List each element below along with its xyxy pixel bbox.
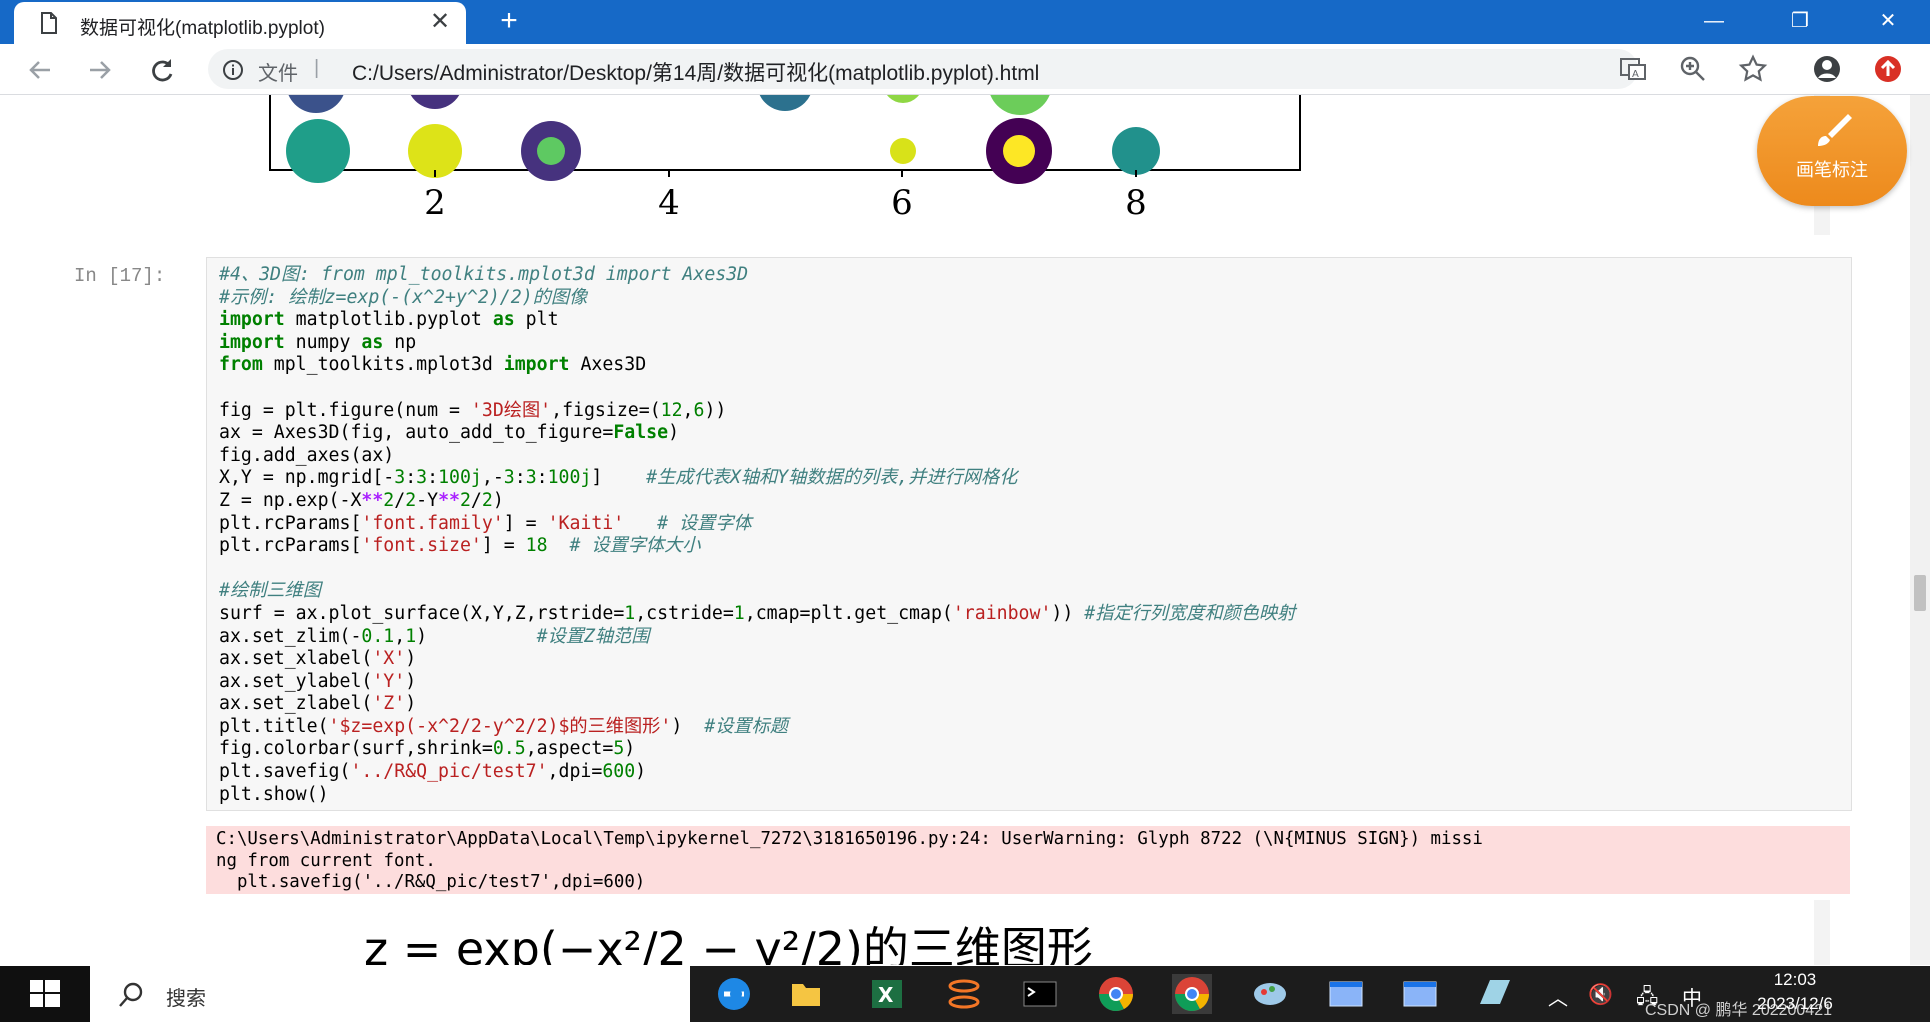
warning-output: C:\Users\Administrator\AppData\Local\Tem… (206, 826, 1850, 894)
excel-icon[interactable]: X (866, 974, 906, 1014)
profile-icon[interactable] (1812, 54, 1842, 84)
translate-icon[interactable]: A (1618, 54, 1648, 84)
page-scrollbar[interactable] (1910, 95, 1930, 965)
x-tick-label: 6 (891, 183, 913, 223)
code-line[interactable]: plt.title('$z=exp(-x^2/2-y^2/2)$的三维图形') … (219, 716, 1295, 739)
window-close-icon[interactable]: ✕ (1868, 6, 1908, 36)
forward-icon[interactable] (84, 54, 116, 86)
svg-text:X: X (878, 983, 894, 1007)
search-label: 搜索 (166, 988, 206, 1010)
taskbar-search[interactable]: 搜索 (90, 966, 690, 1022)
update-icon[interactable] (1873, 54, 1903, 84)
scatter-point (890, 138, 916, 164)
code-line[interactable]: #示例: 绘制z=exp(-(x^2+y^2)/2)的图像 (219, 287, 1295, 310)
code-line[interactable]: ax.set_zlabel('Z') (219, 693, 1295, 716)
scatter-point (286, 119, 350, 183)
code-line[interactable]: plt.rcParams['font.family'] = 'Kaiti' # … (219, 513, 1295, 536)
code-editor[interactable]: #4、3D图: from mpl_toolkits.mplot3d import… (219, 264, 1295, 806)
scatter-point (408, 124, 462, 178)
volume-icon[interactable]: 🔇 (1588, 982, 1613, 1007)
browser-toolbar: 文件 | C:/Users/Administrator/Desktop/第14周… (0, 44, 1930, 95)
file-explorer-icon[interactable] (786, 974, 826, 1014)
code-line[interactable]: surf = ax.plot_surface(X,Y,Z,rstride=1,c… (219, 603, 1295, 626)
reload-icon[interactable] (146, 54, 178, 86)
code-line[interactable]: import numpy as np (219, 332, 1295, 355)
window-app-icon[interactable] (1326, 974, 1366, 1014)
y-tick-label: 2 (240, 95, 259, 101)
code-line[interactable] (219, 558, 1295, 581)
clock-date[interactable]: 2023/12/6 (1740, 994, 1850, 1014)
chrome-icon[interactable] (1096, 974, 1136, 1014)
code-line[interactable]: from mpl_toolkits.mplot3d import Axes3D (219, 354, 1295, 377)
notes-app-icon[interactable] (1474, 974, 1514, 1014)
scatter-point (1112, 127, 1160, 175)
code-line[interactable]: fig.add_axes(ax) (219, 445, 1295, 468)
zoom-icon[interactable] (1678, 54, 1708, 84)
figure-title: z = exp(−x²/2 − y²/2)的三维图形 (364, 922, 1093, 965)
window-app-icon-2[interactable] (1400, 974, 1440, 1014)
browser-tab[interactable]: 数据可视化(matplotlib.pyplot) ✕ (14, 2, 466, 44)
minimize-icon[interactable]: — (1694, 6, 1734, 36)
cell-prompt: In [17]: (74, 265, 166, 287)
terminal-icon[interactable] (1020, 974, 1060, 1014)
warning-line: C:\Users\Administrator\AppData\Local\Tem… (216, 829, 1483, 849)
windows-taskbar: 搜索 X ︿ 🔇 🖧 中 CSDN @ 鹏华 202200421 12:03 2… (0, 966, 1930, 1022)
url-text[interactable]: C:/Users/Administrator/Desktop/第14周/数据可视… (352, 57, 1039, 87)
code-line[interactable]: ax = Axes3D(fig, auto_add_to_figure=Fals… (219, 422, 1295, 445)
code-line[interactable]: plt.rcParams['font.size'] = 18 # 设置字体大小 (219, 535, 1295, 558)
code-line[interactable]: ax.set_zlim(-0.1,1) #设置Z轴范围 (219, 626, 1295, 649)
start-button[interactable] (0, 966, 90, 1022)
svg-text:A: A (1632, 69, 1639, 80)
windows-icon (30, 980, 60, 1007)
scrollbar-thumb[interactable] (1914, 575, 1926, 611)
annotate-label: 画笔标注 (1796, 160, 1868, 180)
browser-titlebar: 数据可视化(matplotlib.pyplot) ✕ + — ❐ ✕ (0, 0, 1930, 44)
tab-title: 数据可视化(matplotlib.pyplot) (80, 18, 325, 39)
jupyter-icon[interactable] (944, 974, 984, 1014)
code-line[interactable]: X,Y = np.mgrid[-3:3:100j,-3:3:100j] #生成代… (219, 467, 1295, 490)
warning-line: plt.savefig('../R&Q_pic/test7',dpi=600) (216, 872, 646, 892)
info-icon[interactable] (222, 59, 244, 86)
code-line[interactable]: Z = np.exp(-X**2/2-Y**2/2) (219, 490, 1295, 513)
search-icon (119, 982, 143, 1007)
restore-icon[interactable]: ❐ (1780, 6, 1820, 36)
close-tab-icon[interactable]: ✕ (426, 8, 454, 36)
code-line[interactable] (219, 377, 1295, 400)
code-line[interactable]: #4、3D图: from mpl_toolkits.mplot3d import… (219, 264, 1295, 287)
brush-icon (1818, 114, 1852, 146)
code-line[interactable]: ax.set_xlabel('X') (219, 648, 1295, 671)
divider: | (314, 57, 320, 79)
code-line[interactable]: fig.colorbar(surf,shrink=0.5,aspect=5) (219, 738, 1295, 761)
code-line[interactable]: plt.savefig('../R&Q_pic/test7',dpi=600) (219, 761, 1295, 784)
scatter-point (537, 137, 565, 165)
x-tick-label: 8 (1125, 183, 1147, 223)
code-cell[interactable]: #4、3D图: from mpl_toolkits.mplot3d import… (206, 257, 1852, 811)
edge-icon[interactable] (714, 974, 754, 1014)
clock-time[interactable]: 12:03 (1740, 970, 1850, 990)
new-tab-button[interactable]: + (494, 6, 524, 36)
code-line[interactable]: #绘制三维图 (219, 580, 1295, 603)
bookmark-star-icon[interactable] (1738, 54, 1768, 84)
code-line[interactable]: ax.set_ylabel('Y') (219, 671, 1295, 694)
annotate-button[interactable]: 画笔标注 (1757, 96, 1907, 206)
warning-line: ng from current font. (216, 850, 436, 871)
notebook-page[interactable]: 2 4 6 8 2 In [17]: #4、3D图: from mpl_tool… (0, 95, 1910, 965)
x-tick-label: 2 (424, 183, 446, 223)
scatter-point (1003, 135, 1035, 167)
code-line[interactable]: plt.show() (219, 784, 1295, 807)
chevron-up-icon[interactable]: ︿ (1548, 982, 1568, 1011)
document-icon (40, 12, 58, 39)
x-tick-label: 4 (658, 183, 680, 223)
back-icon[interactable] (24, 54, 56, 86)
output-scrollbar[interactable] (1814, 900, 1830, 965)
chrome-active-icon[interactable] (1172, 974, 1212, 1014)
code-line[interactable]: fig = plt.figure(num = '3D绘图',figsize=(1… (219, 400, 1295, 423)
code-line[interactable]: import matplotlib.pyplot as plt (219, 309, 1295, 332)
scheme-label: 文件 (258, 63, 298, 85)
scatter-plot-output: 2 4 6 8 2 (240, 95, 1301, 223)
address-bar[interactable]: 文件 | C:/Users/Administrator/Desktop/第14周… (208, 49, 1638, 89)
paint-app-icon[interactable] (1250, 974, 1290, 1014)
